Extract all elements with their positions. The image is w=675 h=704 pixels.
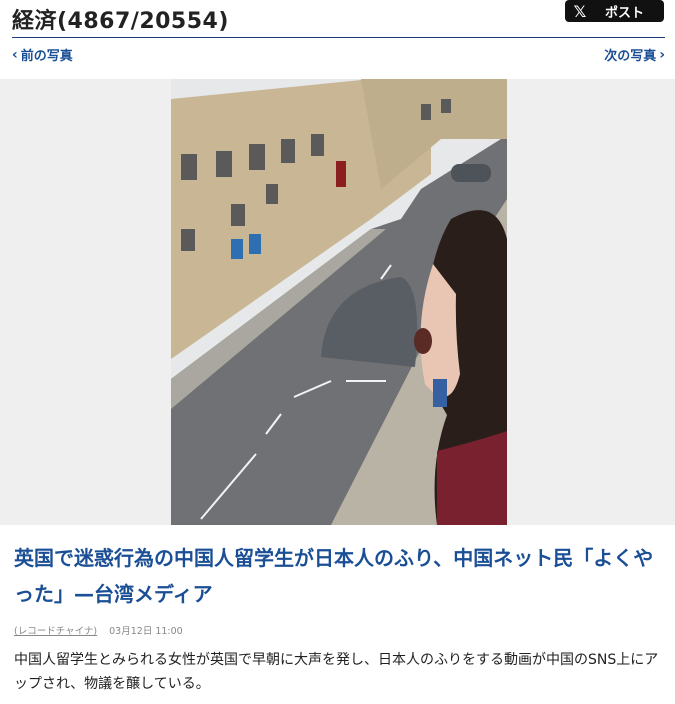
next-photo-label: 次の写真 [604,49,657,64]
chevron-left-icon: ‹ [12,46,18,63]
x-logo-icon: 𝕏 [573,1,587,21]
article-photo[interactable] [171,79,507,525]
page-title: 経済(4867/20554) [12,9,229,34]
x-post-button[interactable]: 𝕏 ポスト [565,0,664,22]
post-button-label: ポスト [605,5,645,21]
next-photo-link[interactable]: 次の写真 › [604,45,665,65]
photo-viewer [0,79,675,525]
header-divider [12,37,665,38]
chevron-right-icon: › [659,46,665,63]
article-source[interactable]: (レコードチャイナ) [14,623,97,637]
article-headline[interactable]: 英国で迷惑行為の中国人留学生が日本人のふり、中国ネット民「よくやった」—台湾メデ… [14,540,664,612]
article-summary: 中国人留学生とみられる女性が英国で早朝に大声を発し、日本人のふりをする動画が中国… [14,652,659,692]
prev-photo-label: 前の写真 [20,49,73,64]
article-date: 03月12日 11:00 [109,626,183,637]
prev-photo-link[interactable]: ‹ 前の写真 [12,45,73,65]
photo-illustration [171,79,507,525]
article-meta: (レコードチャイナ) 03月12日 11:00 [14,623,183,637]
page-header: 経済(4867/20554) 𝕏 ポスト [0,0,675,40]
